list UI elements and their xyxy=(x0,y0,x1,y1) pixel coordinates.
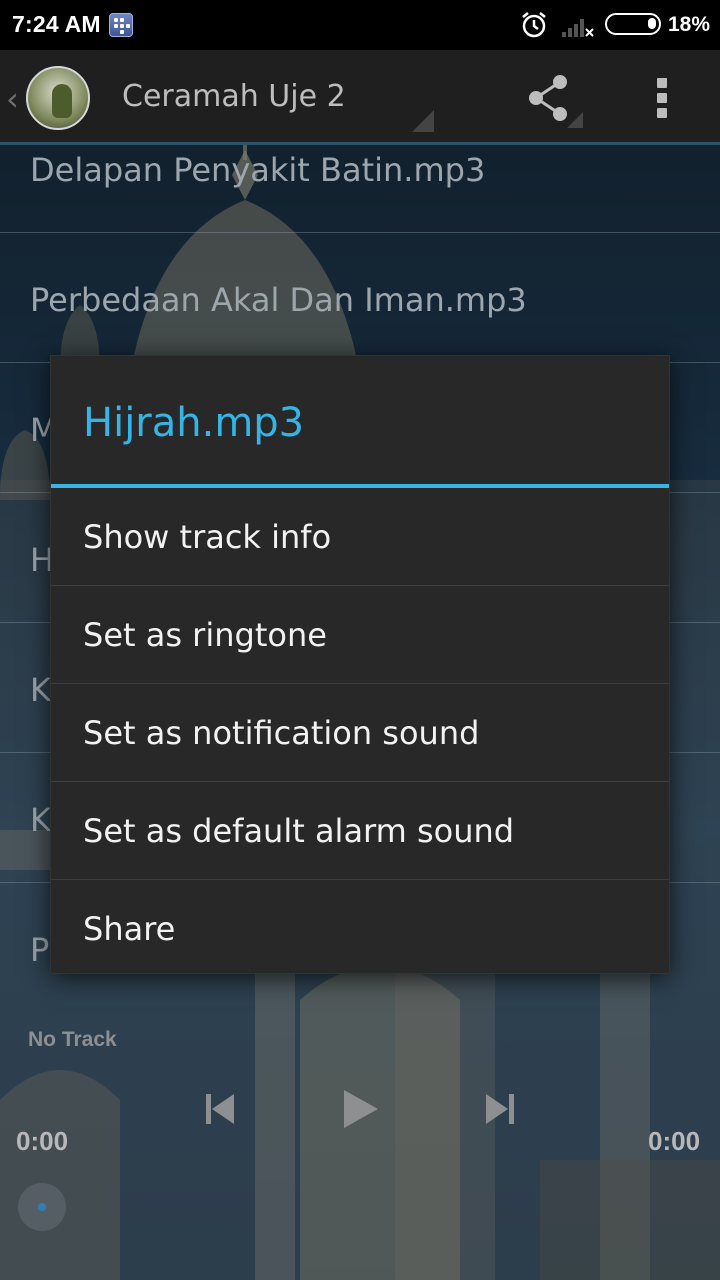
action-bar: ‹ Ceramah Uje 2 xyxy=(0,50,720,145)
share-dropdown-indicator xyxy=(567,112,583,128)
menu-item-label: Set as default alarm sound xyxy=(83,812,515,850)
play-icon[interactable] xyxy=(340,1088,380,1130)
menu-item-set-notification-sound[interactable]: Set as notification sound xyxy=(51,684,669,782)
list-item[interactable]: Delapan Penyakit Batin.mp3 xyxy=(0,145,720,233)
next-icon[interactable] xyxy=(484,1092,516,1126)
battery-percent: 18% xyxy=(668,13,711,36)
menu-item-set-ringtone[interactable]: Set as ringtone xyxy=(51,586,669,684)
duration-time: 0:00 xyxy=(648,1126,701,1156)
track-title: K xyxy=(30,801,51,839)
seek-handle[interactable] xyxy=(18,1183,66,1231)
title-dropdown-indicator xyxy=(412,110,434,132)
track-title: Delapan Penyakit Batin.mp3 xyxy=(30,151,486,189)
dialog-menu: Show track info Set as ringtone Set as n… xyxy=(51,488,669,978)
menu-item-show-track-info[interactable]: Show track info xyxy=(51,488,669,586)
menu-item-label: Set as notification sound xyxy=(83,714,480,752)
status-bar: 7:24 AM 18% xyxy=(0,0,720,50)
battery-icon xyxy=(605,13,661,35)
track-title: K xyxy=(30,671,51,709)
alarm-icon xyxy=(522,12,546,38)
track-context-dialog: Hijrah.mp3 Show track info Set as ringto… xyxy=(50,355,670,974)
app-title: Ceramah Uje 2 xyxy=(122,79,346,114)
track-title: Perbedaan Akal Dan Iman.mp3 xyxy=(30,281,527,319)
app-logo[interactable] xyxy=(26,66,90,130)
list-item[interactable]: Perbedaan Akal Dan Iman.mp3 xyxy=(0,233,720,363)
overflow-menu-icon[interactable] xyxy=(654,78,670,120)
track-title: P xyxy=(30,931,50,969)
menu-item-label: Set as ringtone xyxy=(83,616,327,654)
signal-icon xyxy=(562,19,594,37)
menu-item-label: Share xyxy=(83,910,176,948)
dialog-title: Hijrah.mp3 xyxy=(83,400,305,446)
menu-item-share[interactable]: Share xyxy=(51,880,669,978)
status-time: 7:24 AM xyxy=(12,11,101,37)
menu-item-label: Show track info xyxy=(83,518,332,556)
back-icon[interactable]: ‹ xyxy=(6,80,19,118)
menu-item-set-alarm-sound[interactable]: Set as default alarm sound xyxy=(51,782,669,880)
battery-level xyxy=(648,18,656,29)
previous-icon[interactable] xyxy=(204,1092,236,1126)
share-icon[interactable] xyxy=(526,74,572,122)
elapsed-time: 0:00 xyxy=(16,1126,69,1156)
bbm-icon xyxy=(109,13,133,37)
player-status: No Track xyxy=(28,1028,117,1051)
